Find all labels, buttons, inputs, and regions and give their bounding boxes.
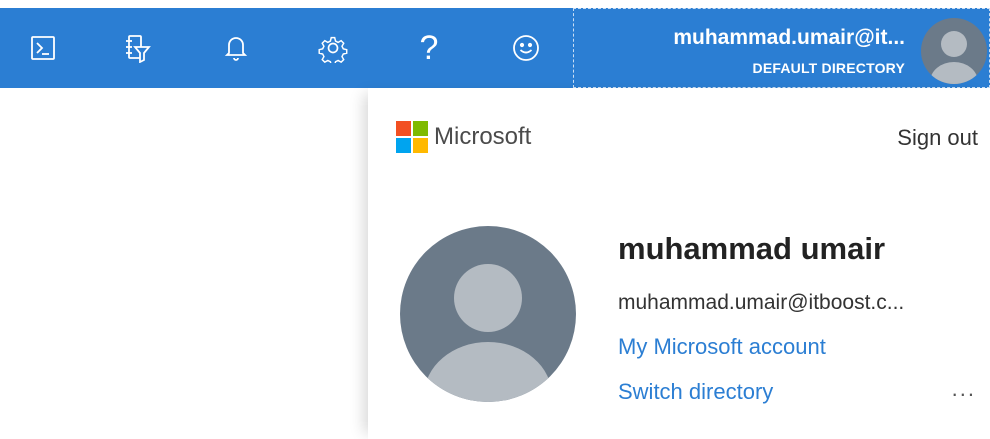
my-microsoft-account-link[interactable]: My Microsoft account xyxy=(618,334,826,360)
notifications-bell-icon[interactable] xyxy=(205,8,267,88)
user-display-name: muhammad umair xyxy=(618,231,886,266)
user-avatar xyxy=(400,226,576,402)
account-button[interactable]: muhammad.umair@it... DEFAULT DIRECTORY xyxy=(573,8,990,88)
account-avatar xyxy=(919,16,989,86)
top-strip xyxy=(0,0,990,8)
directory-filter-icon[interactable] xyxy=(106,8,168,88)
switch-directory-link[interactable]: Switch directory xyxy=(618,379,773,405)
microsoft-logo-icon xyxy=(396,121,428,153)
account-directory: DEFAULT DIRECTORY xyxy=(752,60,905,76)
top-navigation-bar: ? muhammad.umair@it... DEFAULT DIRECTORY xyxy=(0,8,990,88)
sign-out-link[interactable]: Sign out xyxy=(897,125,978,151)
account-flyout-panel: Microsoft Sign out muhammad umair muhamm… xyxy=(368,88,990,439)
background-area xyxy=(0,88,368,439)
microsoft-brand-text: Microsoft xyxy=(434,123,532,150)
settings-gear-icon[interactable] xyxy=(302,8,364,88)
cloud-shell-icon[interactable] xyxy=(12,8,74,88)
microsoft-logo: Microsoft xyxy=(396,121,531,153)
help-question-icon[interactable]: ? xyxy=(398,8,460,88)
account-email: muhammad.umair@it... xyxy=(673,26,905,49)
more-options-icon[interactable]: ... xyxy=(952,376,976,402)
feedback-smiley-icon[interactable] xyxy=(495,8,557,88)
user-email: muhammad.umair@itboost.c... xyxy=(618,291,905,314)
